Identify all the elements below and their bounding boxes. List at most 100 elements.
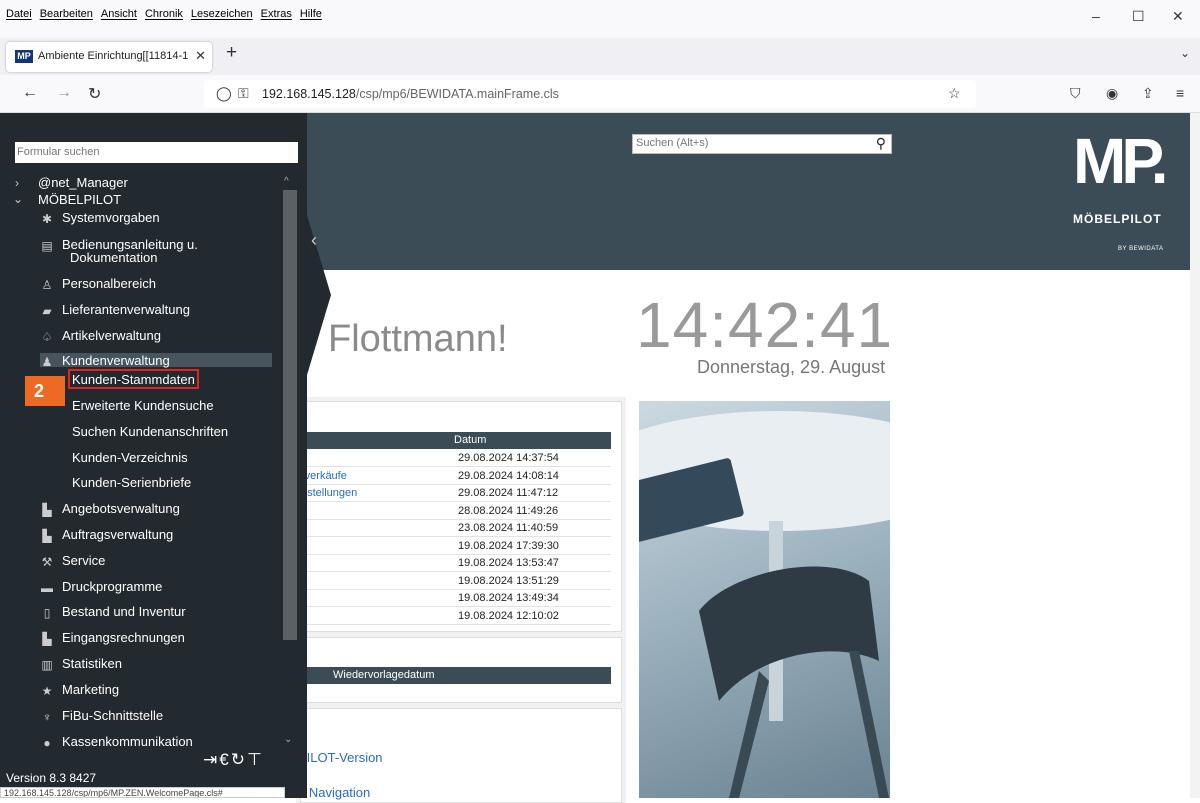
forward-icon[interactable]: → xyxy=(56,84,72,102)
tab-close-icon[interactable]: ✕ xyxy=(195,48,206,64)
menu-extras[interactable]: Extras xyxy=(261,8,292,20)
table-row[interactable]: rverkäufe 29.08.2024 14:08:14 xyxy=(301,468,611,485)
account-icon[interactable]: ◉ xyxy=(1106,85,1118,102)
sidebar-item-angebotsverwaltung[interactable]: ▙ Angebotsverwaltung xyxy=(0,501,280,523)
sidebar-item-auftragsverwaltung[interactable]: ▙ Auftragsverwaltung xyxy=(0,527,280,549)
sidebar-item-label: Druckprogramme xyxy=(62,579,163,594)
tab-title: Ambiente Einrichtung[[11814-1 xyxy=(38,50,188,62)
sidebar-item-label: Kundenverwaltung xyxy=(62,353,170,368)
logout-icon[interactable]: ⇥ xyxy=(203,750,219,769)
recent-forms-panel: Datum 29.08.2024 14:37:54 rverkäufe 29.08.… xyxy=(300,401,622,632)
sidebar-item-label: Auftragsverwaltung xyxy=(62,527,174,542)
sidebar-item-druckprogramme[interactable]: ▬ Druckprogramme xyxy=(0,579,280,601)
sidebar-item-personalbereich[interactable]: ♙ Personalbereich xyxy=(0,276,280,298)
sidebar-item-label: Statistiken xyxy=(62,656,122,671)
search-icon[interactable]: ⚲ xyxy=(876,135,886,152)
table-row[interactable]: 19.08.2024 17:39:30 xyxy=(301,538,611,555)
table-row[interactable]: 19.08.2024 13:51:29 xyxy=(301,573,611,590)
sidebar-subitem[interactable]: Kunden-Serienbriefe xyxy=(72,475,191,490)
row-date: 19.08.2024 13:51:29 xyxy=(458,574,559,587)
version-link[interactable]: PILOT-Version xyxy=(298,750,383,765)
sidebar-item-artikelverwaltung[interactable]: ♤ Artikelverwaltung xyxy=(0,328,280,350)
sidebar-item-bestand-und-inventur[interactable]: ▯ Bestand und Inventur xyxy=(0,604,280,626)
pocket-icon[interactable]: ⛉ xyxy=(1070,85,1081,102)
tree-root-label: @net_Manager xyxy=(38,175,128,190)
reload-icon[interactable]: ↻ xyxy=(88,84,101,104)
table-row[interactable]: 23.08.2024 11:40:59 xyxy=(301,520,611,537)
sidebar-item-lieferantenverwaltung[interactable]: ▰ Lieferantenverwaltung xyxy=(0,302,280,324)
shield-icon[interactable]: ◯ xyxy=(216,85,232,102)
menu-hilfe[interactable]: Hilfe xyxy=(300,8,322,20)
gear-icon: ✱ xyxy=(41,212,53,226)
close-icon[interactable]: ✕ xyxy=(1172,8,1184,25)
order-icon: ▙ xyxy=(42,529,52,543)
row-date: 19.08.2024 13:49:34 xyxy=(458,592,559,604)
clock: 14:42:41 xyxy=(636,289,894,361)
insecure-lock-icon[interactable]: ⚿ xyxy=(238,85,249,102)
inventory-icon: ▯ xyxy=(43,606,51,620)
sidebar-item-marketing[interactable]: ★ Marketing xyxy=(0,682,280,704)
menu-datei[interactable]: Datei xyxy=(6,8,32,20)
menu-ansicht[interactable]: Ansicht xyxy=(101,8,137,20)
sidebar-item-label: FiBu-Schnittstelle xyxy=(62,708,164,723)
scroll-up-icon[interactable]: ^ xyxy=(284,176,289,187)
sidebar-scrollbar[interactable] xyxy=(283,190,297,640)
maximize-icon[interactable]: ☐ xyxy=(1132,8,1145,25)
menu-bearbeiten[interactable]: Bearbeiten xyxy=(40,8,93,20)
form-search-input[interactable]: Formular suchen xyxy=(15,142,298,163)
refresh-icon[interactable]: ↻ xyxy=(231,750,247,769)
new-tab-icon[interactable]: + xyxy=(226,42,237,64)
logo-by: BY BEWIDATA xyxy=(1118,246,1164,252)
menu-bar: Datei Bearbeiten Ansicht Chronik Lesezei… xyxy=(0,0,1200,38)
back-icon[interactable]: ← xyxy=(22,84,38,102)
menu-lesezeichen[interactable]: Lesezeichen xyxy=(191,8,253,20)
row-date: 29.08.2024 11:47:12 xyxy=(458,487,559,499)
greeting: Flottmann! xyxy=(328,318,508,360)
sidebar-item-service[interactable]: ⚒ Service xyxy=(0,553,280,575)
minimize-icon[interactable]: – xyxy=(1092,8,1100,24)
table-row[interactable]: 29.08.2024 14:37:54 xyxy=(301,450,611,467)
row-date: 29.08.2024 14:37:54 xyxy=(458,452,559,464)
table-row[interactable]: r28.08.2024 11:49:26 xyxy=(301,503,611,520)
sidebar-subitem[interactable]: Suchen Kundenanschriften xyxy=(72,424,228,439)
printer-icon: ▬ xyxy=(41,581,53,595)
sidebar-item-label: Lieferantenverwaltung xyxy=(62,302,190,317)
sidebar-item-fibu-schnittstelle[interactable]: ♆ FiBu-Schnittstelle xyxy=(0,708,280,730)
chevron-right-icon[interactable]: › xyxy=(15,175,19,191)
row-link[interactable]: rverkäufe xyxy=(301,468,347,485)
menu-chronik[interactable]: Chronik xyxy=(145,8,183,20)
chevron-down-icon[interactable]: ⌄ xyxy=(13,191,23,207)
global-search-input[interactable]: Suchen (Alt+s) ⚲ xyxy=(632,134,892,154)
sidebar-item-statistiken[interactable]: ▥ Statistiken xyxy=(0,656,280,678)
chevron-down-icon[interactable]: ⌄ xyxy=(1180,46,1190,60)
sidebar-subitem[interactable]: Kunden-Verzeichnis xyxy=(72,450,188,465)
sidebar-item-label: Angebotsverwaltung xyxy=(62,501,180,516)
step-highlight-box xyxy=(68,369,199,389)
hamburger-menu-icon[interactable]: ≡ xyxy=(1176,85,1184,101)
table-row[interactable]: estellungen 29.08.2024 11:47:12 xyxy=(301,485,611,502)
chat-icon: ● xyxy=(43,736,51,750)
global-search-placeholder: Suchen (Alt+s) xyxy=(636,137,709,149)
row-link[interactable]: estellungen xyxy=(301,485,357,502)
url-bar[interactable]: ◯ ⚿ 192.168.145.128/csp/mp6/BEWIDATA.mai… xyxy=(204,80,976,108)
truck-icon: ▰ xyxy=(42,304,52,318)
scroll-down-icon[interactable]: ⌄ xyxy=(284,734,292,745)
euro-icon[interactable]: € xyxy=(219,750,230,769)
sidebar-item-eingangsrechnungen[interactable]: ▙ Eingangsrechnungen xyxy=(0,630,280,652)
table-row[interactable]: 19.08.2024 13:49:34 xyxy=(301,590,611,607)
table-row[interactable]: 19.08.2024 13:53:47 xyxy=(301,555,611,572)
page-scrollbar[interactable] xyxy=(1190,113,1200,798)
chevron-left-icon[interactable]: ‹ xyxy=(311,230,317,251)
browser-tab[interactable]: MP Ambiente Einrichtung[[11814-1 ✕ xyxy=(6,42,212,72)
pin-icon[interactable]: ⊤ xyxy=(247,750,264,769)
sidebar-item-bedienungsanleitung-u-[interactable]: ▤ Bedienungsanleitung u. Dokumentation xyxy=(0,237,280,265)
row-date: 23.08.2024 11:40:59 xyxy=(458,522,559,534)
bookmark-star-icon[interactable]: ☆ xyxy=(948,85,961,102)
sidebar-item-systemvorgaben[interactable]: ✱ Systemvorgaben xyxy=(0,210,280,232)
sidebar-subitem[interactable]: Erweiterte Kundensuche xyxy=(72,398,214,413)
url-host: 192.168.145.128 xyxy=(262,87,356,101)
table-row[interactable]: 19.08.2024 12:10:02 xyxy=(301,608,611,625)
sidebar-item-label: Eingangsrechnungen xyxy=(62,630,185,645)
sidebar-item-label: Systemvorgaben xyxy=(62,210,160,225)
extensions-icon[interactable]: ⇪ xyxy=(1142,85,1154,102)
